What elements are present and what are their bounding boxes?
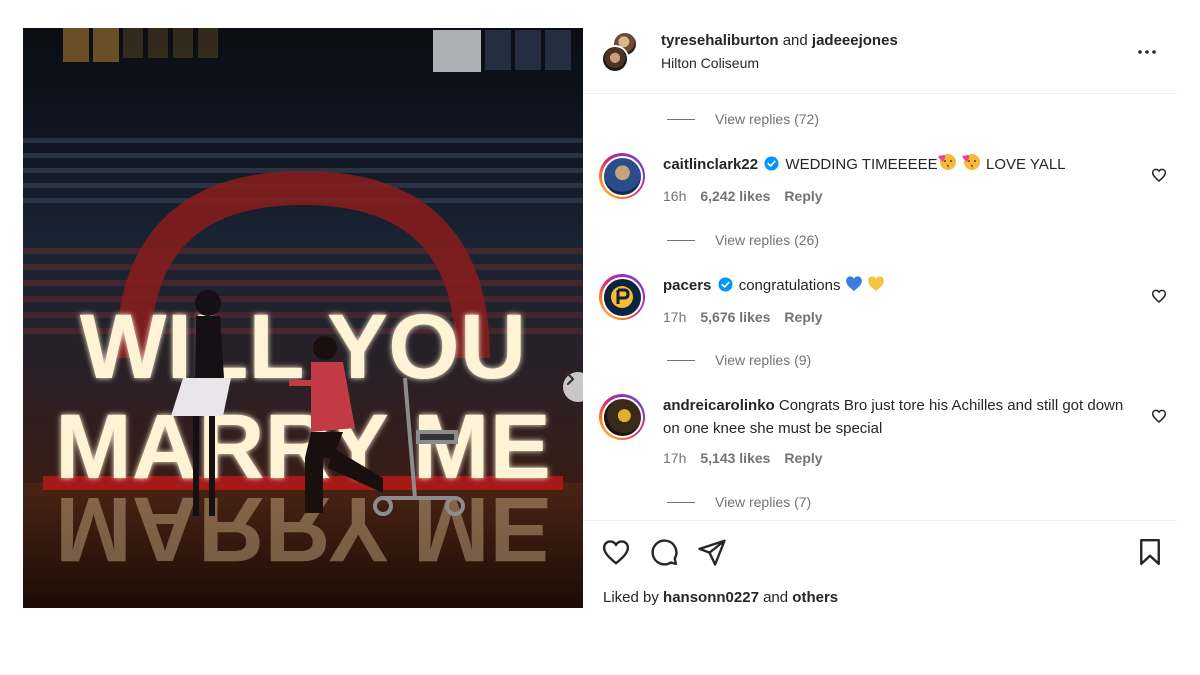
post-photo[interactable]: WILL YOU MARRY ME MARRY ME (23, 28, 583, 608)
comment-body: WEDDING TIMEEEEE (785, 156, 938, 173)
comment-username[interactable]: caitlinclark22 (663, 156, 758, 173)
sign-reflection: MARRY ME (55, 478, 551, 580)
liked-by-others-link[interactable]: others (792, 589, 838, 606)
reply-button[interactable]: Reply (784, 450, 822, 466)
view-replies-label: View replies (9) (715, 352, 812, 368)
comment-text: caitlinclark22 WEDDING TIMEEEEE LOVE YAL… (663, 153, 1133, 176)
replies-divider (667, 501, 695, 503)
comment-body-suffix: LOVE YALL (986, 156, 1066, 173)
collab-avatars[interactable] (601, 31, 638, 73)
comments-list[interactable]: View replies (72) caitlinclark22 WEDDING… (583, 94, 1177, 520)
replies-divider (667, 118, 695, 120)
view-replies-button[interactable]: View replies (72) (667, 109, 819, 129)
heart-icon[interactable] (1151, 167, 1167, 183)
comment-time[interactable]: 16h (663, 188, 686, 204)
author-link-secondary[interactable]: jadeeejones (812, 32, 898, 49)
post-actions: Liked by hansonn0227 and others (583, 520, 1177, 608)
bookmark-icon[interactable] (1135, 537, 1165, 567)
post-header: tyresehaliburton and jadeeejones Hilton … (583, 28, 1177, 94)
send-icon[interactable] (697, 537, 727, 567)
verified-badge-icon (718, 277, 733, 292)
post-authors: tyresehaliburton and jadeeejones (661, 31, 898, 51)
heart-icon[interactable] (1151, 408, 1167, 424)
liked-by-prefix: Liked by (603, 589, 659, 606)
view-replies-button[interactable]: View replies (26) (667, 230, 819, 250)
avatar[interactable] (599, 394, 645, 440)
comment-body: congratulations (738, 277, 841, 294)
comment-likes[interactable]: 5,676 likes (700, 309, 770, 325)
post-sidebar: tyresehaliburton and jadeeejones Hilton … (583, 28, 1177, 608)
avatar[interactable] (599, 274, 645, 320)
comment-text: pacers congratulations (663, 274, 1133, 297)
blue-heart-emoji-icon (845, 276, 862, 291)
reply-button[interactable]: Reply (784, 188, 822, 204)
comment-meta: 16h 6,242 likes Reply (663, 188, 837, 204)
comment-username[interactable]: andreicarolinko (663, 397, 775, 414)
yellow-heart-emoji-icon (867, 276, 884, 291)
comment-time[interactable]: 17h (663, 309, 686, 325)
reply-button[interactable]: Reply (784, 309, 822, 325)
heart-icon[interactable] (1151, 288, 1167, 304)
replies-divider (667, 239, 695, 241)
comment-meta: 17h 5,676 likes Reply (663, 309, 837, 325)
comment-text: andreicarolinko Congrats Bro just tore h… (663, 394, 1133, 440)
chevron-right-icon (566, 372, 575, 386)
verified-badge-icon (764, 156, 779, 171)
avatar[interactable] (599, 153, 645, 199)
proposal-scene: WILL YOU MARRY ME MARRY ME (23, 28, 583, 608)
comment-likes[interactable]: 6,242 likes (700, 188, 770, 204)
liked-by-joiner: and (763, 589, 789, 606)
view-replies-label: View replies (7) (715, 494, 812, 510)
more-options-button[interactable] (1135, 40, 1159, 64)
view-replies-label: View replies (26) (715, 232, 820, 248)
heart-icon[interactable] (601, 537, 631, 567)
kissing-face-emoji-icon (962, 154, 980, 170)
view-replies-button[interactable]: View replies (9) (667, 350, 811, 370)
view-replies-label: View replies (72) (715, 111, 820, 127)
comment-icon[interactable] (649, 537, 679, 567)
more-horizontal-icon (1138, 50, 1156, 54)
replies-divider (667, 359, 695, 361)
pacers-logo-icon (611, 286, 633, 308)
liked-by-user-link[interactable]: hansonn0227 (663, 589, 759, 606)
liked-by-summary: Liked by hansonn0227 and others (603, 589, 838, 606)
location-link[interactable]: Hilton Coliseum (661, 55, 759, 71)
comment-likes[interactable]: 5,143 likes (700, 450, 770, 466)
comment-meta: 17h 5,143 likes Reply (663, 450, 837, 466)
comment-username[interactable]: pacers (663, 277, 711, 294)
comment-time[interactable]: 17h (663, 450, 686, 466)
author-joiner: and (782, 32, 808, 49)
author-link-primary[interactable]: tyresehaliburton (661, 32, 779, 49)
avatar[interactable] (601, 45, 629, 73)
view-replies-button[interactable]: View replies (7) (667, 492, 811, 512)
kissing-face-emoji-icon (938, 154, 956, 170)
